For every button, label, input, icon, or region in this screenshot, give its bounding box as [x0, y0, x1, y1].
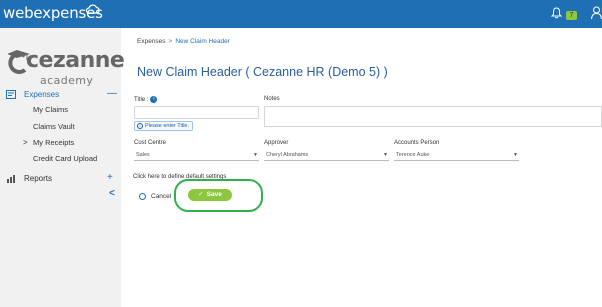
sidebar-item-credit-card-upload[interactable]: Credit Card Upload [33, 154, 97, 163]
approver-label: Approver [264, 140, 289, 146]
reports-icon [7, 175, 15, 183]
cancel-button[interactable]: Cancel [151, 193, 171, 200]
breadcrumb-current[interactable]: New Claim Header [175, 38, 230, 45]
sidebar-item-label: Credit Card Upload [33, 154, 98, 163]
logo-subtitle: academy [40, 74, 94, 87]
top-bar: webexpenses 7 [0, 0, 602, 28]
accounts-person-label: Accounts Person [394, 140, 440, 146]
info-icon: i [137, 122, 143, 129]
approver-value: Cheryl Abrahams [266, 152, 309, 158]
title-label-text: Title : [134, 97, 149, 104]
accounts-person-select[interactable]: Terence Auke ▼ [394, 149, 519, 161]
expenses-icon [6, 90, 16, 99]
collapse-section-button[interactable]: — [107, 88, 117, 99]
notification-badge: 7 [566, 11, 577, 20]
cost-centre-value: Sales [136, 152, 150, 158]
breadcrumb-separator: > [168, 38, 173, 45]
logo-wordmark: cezanne [26, 48, 125, 73]
collapse-sidebar-button[interactable]: < [109, 188, 115, 199]
validation-hint-text: Please enter Title. [145, 123, 190, 129]
save-button-label: Save [206, 191, 222, 198]
dropdown-caret-icon: ▼ [253, 152, 258, 158]
dropdown-caret-icon: ▼ [383, 152, 388, 158]
sidebar-item-label: My Claims [33, 105, 68, 114]
info-icon[interactable]: i [150, 96, 158, 103]
breadcrumb-expenses[interactable]: Expenses [137, 38, 166, 45]
sidebar-section-reports[interactable]: Reports + [0, 172, 121, 187]
check-icon: ✓ [198, 191, 204, 198]
accounts-person-value: Terence Auke [396, 152, 430, 158]
title-label: Title :i [134, 96, 158, 104]
validation-hint: i Please enter Title. [134, 121, 194, 131]
title-input[interactable] [134, 106, 259, 119]
sidebar-section-label: Reports [24, 174, 53, 183]
breadcrumb: Expenses > New Claim Header [137, 38, 230, 45]
sidebar-item-label: Claims Vault [33, 122, 75, 131]
cezanne-logo[interactable]: cezanne academy [8, 36, 125, 87]
cost-centre-select[interactable]: Sales ▼ [134, 149, 259, 161]
sidebar: cezanne academy Expenses — My Claims Cla… [0, 28, 125, 307]
save-button[interactable]: ✓ Save [188, 189, 232, 201]
dropdown-caret-icon: ▼ [513, 152, 518, 158]
sidebar-section-label: Expenses [24, 90, 60, 99]
cloud-icon [86, 4, 100, 14]
main-content: Expenses > New Claim Header New Claim Head… [121, 28, 602, 307]
notes-textarea[interactable] [264, 106, 602, 127]
cancel-icon[interactable] [139, 193, 146, 200]
sidebar-item-label: My Receipts [33, 138, 75, 147]
bell-icon[interactable] [551, 7, 562, 19]
expand-section-button[interactable]: + [107, 172, 113, 183]
sidebar-item-claims-vault[interactable]: Claims Vault [33, 122, 75, 131]
sidebar-item-my-claims[interactable]: My Claims [33, 105, 68, 114]
sidebar-section-expenses[interactable]: Expenses — [0, 88, 121, 103]
sidebar-item-my-receipts[interactable]: > My Receipts [23, 138, 75, 147]
user-icon[interactable] [591, 6, 602, 20]
cost-centre-label: Cost Centre [134, 140, 167, 146]
notes-label: Notes [264, 96, 280, 102]
page-title: New Claim Header ( Cezanne HR (Demo 5) ) [137, 65, 388, 79]
approver-select[interactable]: Cheryl Abrahams ▼ [264, 149, 389, 161]
chevron-right-icon: > [23, 138, 28, 147]
